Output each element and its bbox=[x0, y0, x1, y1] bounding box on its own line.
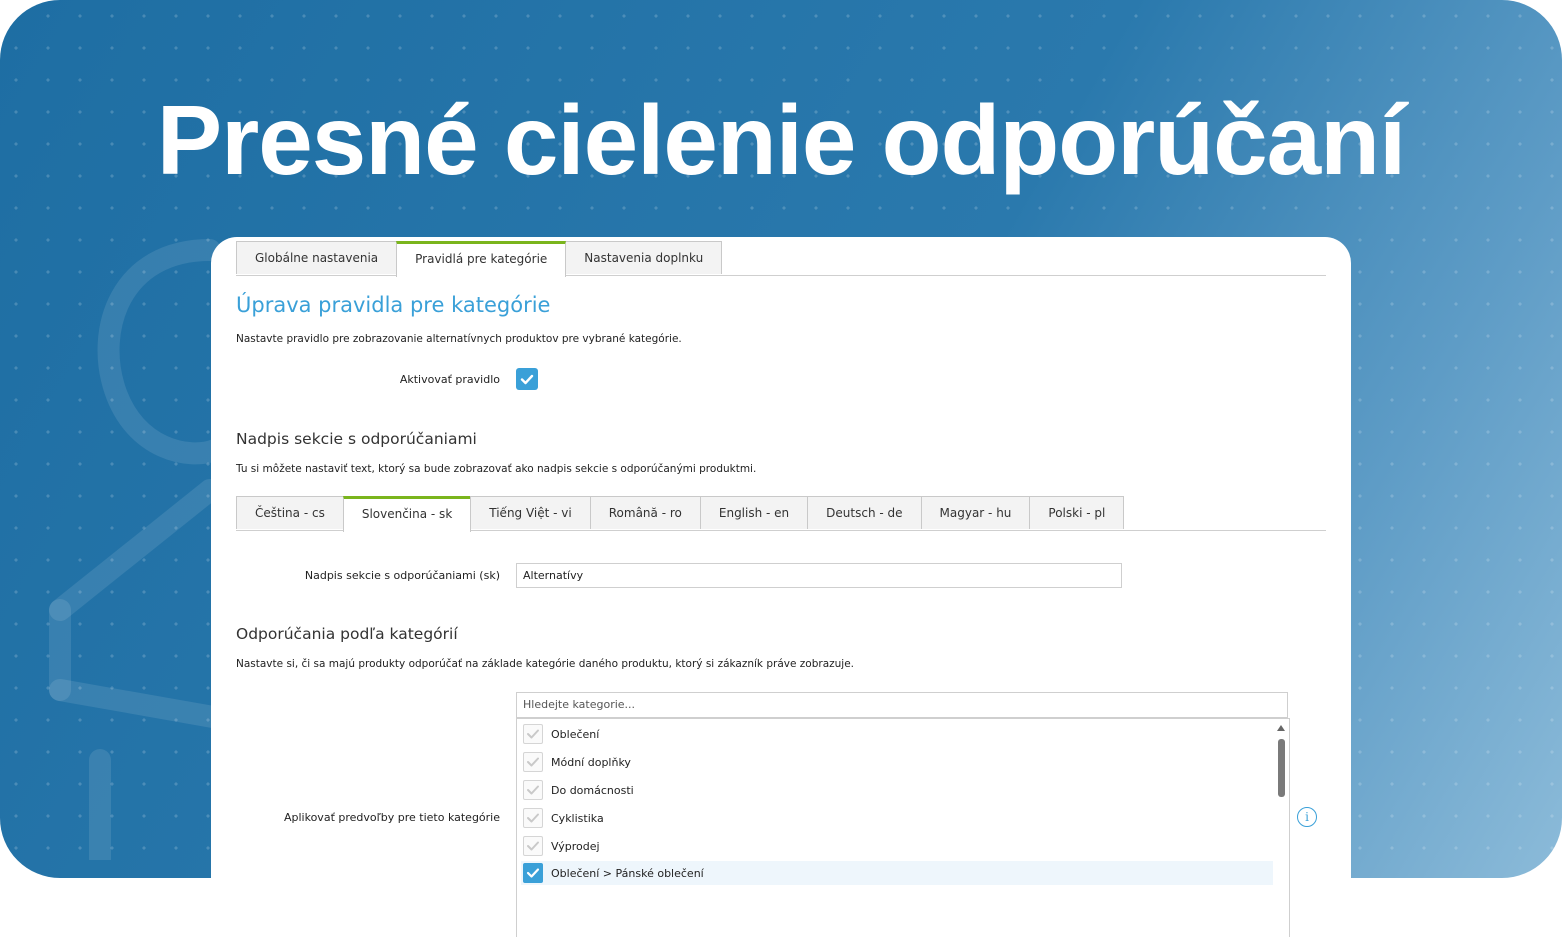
section-heading-field-label: Nadpis sekcie s odporúčaniami (sk) bbox=[304, 569, 500, 582]
tab-lang-ro[interactable]: Română - ro bbox=[589, 496, 701, 529]
category-checkbox[interactable] bbox=[523, 836, 543, 856]
info-icon[interactable]: i bbox=[1297, 807, 1317, 827]
heading-section-description: Tu si môžete nastaviť text, ktorý sa bud… bbox=[236, 463, 757, 475]
tab-lang-cs[interactable]: Čeština - cs bbox=[236, 496, 344, 529]
tab-lang-de[interactable]: Deutsch - de bbox=[807, 496, 922, 529]
category-checkbox[interactable] bbox=[523, 863, 543, 883]
scrollbar-thumb[interactable] bbox=[1278, 739, 1285, 797]
tab-lang-pl[interactable]: Polski - pl bbox=[1029, 496, 1125, 529]
apply-categories-label: Aplikovať predvoľby pre tieto kategórie bbox=[283, 811, 500, 824]
category-label: Módní doplňky bbox=[551, 755, 631, 769]
activate-rule-checkbox[interactable] bbox=[516, 368, 538, 390]
checkmark-icon bbox=[527, 785, 539, 795]
activate-rule-label: Aktivovať pravidlo bbox=[399, 373, 500, 386]
checkmark-icon bbox=[527, 813, 539, 823]
checkmark-icon bbox=[527, 757, 539, 767]
category-checkbox[interactable] bbox=[523, 780, 543, 800]
heading-section-title: Nadpis sekcie s odporúčaniami bbox=[236, 430, 477, 448]
category-checkbox[interactable] bbox=[523, 808, 543, 828]
category-checkbox[interactable] bbox=[523, 752, 543, 772]
tab-lang-vi[interactable]: Tiếng Việt - vi bbox=[470, 496, 591, 529]
category-label: Oblečení bbox=[551, 727, 600, 741]
headline: Presné cielenie odporúčaní bbox=[156, 85, 1406, 195]
list-item[interactable]: Výprodej bbox=[523, 834, 600, 858]
page-title: Úprava pravidla pre kategórie bbox=[236, 293, 551, 317]
settings-panel: Globálne nastavenia Pravidlá pre kategór… bbox=[211, 237, 1351, 937]
tab-category-rules[interactable]: Pravidlá pre kategórie bbox=[396, 241, 567, 277]
category-label: Do domácnosti bbox=[551, 783, 634, 797]
list-item[interactable]: Cyklistika bbox=[523, 806, 604, 830]
tab-lang-en[interactable]: English - en bbox=[699, 496, 809, 529]
checkmark-icon bbox=[527, 729, 539, 739]
tab-addon-settings[interactable]: Nastavenia doplnku bbox=[565, 241, 723, 274]
section-heading-input[interactable]: Alternatívy bbox=[516, 563, 1122, 588]
list-item[interactable]: Oblečení > Pánské oblečení bbox=[521, 861, 1273, 885]
checkmark-icon bbox=[520, 374, 534, 385]
main-tabs: Globálne nastavenia Pravidlá pre kategór… bbox=[236, 241, 1326, 277]
list-item[interactable]: Do domácnosti bbox=[523, 778, 634, 802]
scroll-up-icon[interactable] bbox=[1277, 725, 1285, 731]
category-checkbox[interactable] bbox=[523, 724, 543, 744]
checkmark-icon bbox=[527, 841, 539, 851]
category-section-title: Odporúčania podľa kategórií bbox=[236, 625, 458, 643]
category-search-input[interactable]: Hledejte kategorie... bbox=[516, 692, 1288, 718]
tab-lang-sk[interactable]: Slovenčina - sk bbox=[342, 496, 472, 532]
tab-global-settings[interactable]: Globálne nastavenia bbox=[236, 241, 398, 274]
category-label: Cyklistika bbox=[551, 811, 604, 825]
language-tabs: Čeština - cs Slovenčina - sk Tiếng Việt … bbox=[236, 496, 1326, 532]
list-item[interactable]: Oblečení bbox=[523, 722, 599, 746]
category-list[interactable]: Oblečení Módní doplňky Do domácnosti Cyk… bbox=[516, 718, 1290, 937]
list-scrollbar[interactable] bbox=[1275, 721, 1287, 937]
list-item[interactable]: Módní doplňky bbox=[523, 750, 631, 774]
category-label: Výprodej bbox=[551, 839, 600, 853]
rule-description: Nastavte pravidlo pre zobrazovanie alter… bbox=[236, 333, 682, 345]
category-section-description: Nastavte si, či sa majú produkty odporúč… bbox=[236, 658, 855, 670]
tab-lang-hu[interactable]: Magyar - hu bbox=[920, 496, 1031, 529]
